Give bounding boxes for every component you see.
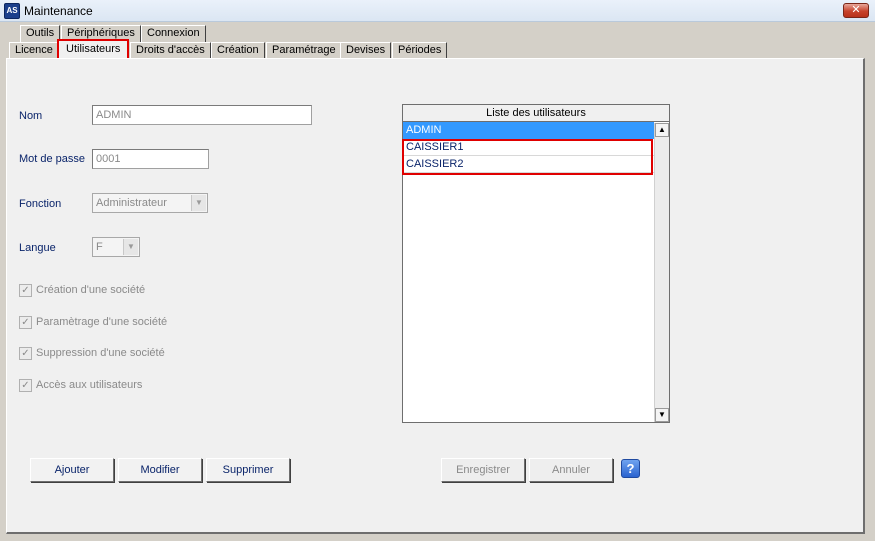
scroll-up-icon[interactable]: ▲ [655, 123, 669, 137]
fonction-select[interactable]: Administrateur ▼ [92, 193, 208, 213]
tab-parametrage[interactable]: Paramétrage [266, 42, 342, 59]
langue-select[interactable]: F ▼ [92, 237, 140, 257]
close-button[interactable]: ✕ [843, 3, 869, 18]
tab-droits-acces[interactable]: Droits d'accès [130, 42, 211, 59]
nom-input[interactable]: ADMIN [92, 105, 312, 125]
perm-acces-checkbox[interactable]: ✓ [19, 379, 32, 392]
nom-label: Nom [19, 110, 43, 122]
tab-licence[interactable]: Licence [9, 42, 59, 59]
perm-creation-checkbox[interactable]: ✓ [19, 284, 32, 297]
modify-button[interactable]: Modifier [118, 458, 202, 482]
perm-creation-label: Création d'une société [36, 284, 146, 296]
scroll-down-icon[interactable]: ▼ [655, 408, 669, 422]
chevron-down-icon[interactable]: ▼ [191, 195, 206, 211]
title-bar: AS Maintenance ✕ [0, 0, 875, 22]
help-icon: ? [626, 461, 635, 476]
close-icon: ✕ [851, 4, 861, 16]
help-button[interactable]: ? [621, 459, 640, 478]
user-list-scrollbar[interactable]: ▲ ▼ [654, 123, 669, 422]
app-icon: AS [4, 3, 20, 19]
tab-periodes[interactable]: Périodes [392, 42, 448, 59]
tab-outils[interactable]: Outils [20, 25, 61, 42]
perm-suppression-label: Suppression d'une société [36, 347, 165, 359]
delete-button[interactable]: Supprimer [206, 458, 290, 482]
langue-value: F [96, 241, 103, 253]
tab-creation[interactable]: Création [211, 42, 265, 59]
list-item-admin[interactable]: ADMIN [403, 122, 654, 139]
chevron-down-icon[interactable]: ▼ [123, 239, 138, 255]
perm-acces-label: Accès aux utilisateurs [36, 379, 143, 391]
cancel-button[interactable]: Annuler [529, 458, 613, 482]
langue-label: Langue [19, 242, 56, 254]
tab-devises[interactable]: Devises [340, 42, 392, 59]
save-button[interactable]: Enregistrer [441, 458, 525, 482]
perm-suppression-checkbox[interactable]: ✓ [19, 347, 32, 360]
perm-parametrage-checkbox[interactable]: ✓ [19, 316, 32, 329]
window-title: Maintenance [24, 4, 93, 18]
password-input[interactable]: 0001 [92, 149, 209, 169]
fonction-label: Fonction [19, 198, 62, 210]
list-item-caissier2[interactable]: CAISSIER2 [403, 156, 654, 173]
tab-connexion[interactable]: Connexion [141, 25, 206, 42]
list-item-caissier1[interactable]: CAISSIER1 [403, 139, 654, 156]
user-list-header: Liste des utilisateurs [403, 105, 669, 122]
user-list[interactable]: Liste des utilisateurs ADMIN CAISSIER1 C… [402, 104, 670, 423]
add-button[interactable]: Ajouter [30, 458, 114, 482]
fonction-value: Administrateur [96, 197, 167, 209]
password-label: Mot de passe [19, 153, 86, 165]
perm-parametrage-label: Paramètrage d'une société [36, 316, 168, 328]
